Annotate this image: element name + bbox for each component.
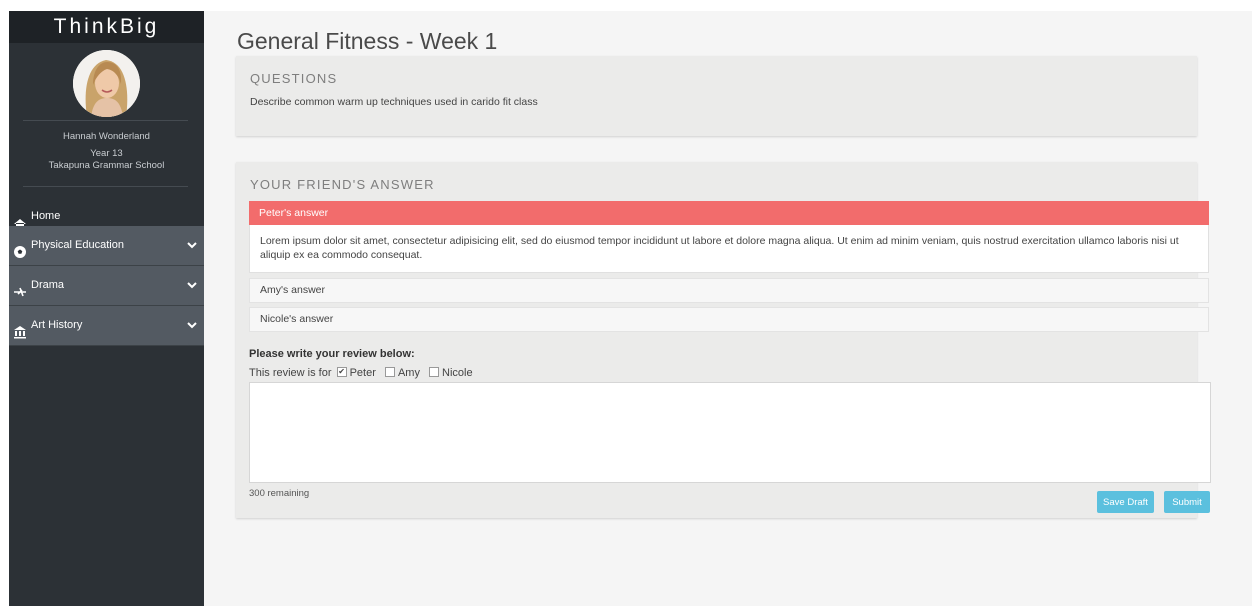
review-textarea[interactable] bbox=[249, 382, 1211, 483]
recipient-peter: Peter bbox=[349, 367, 376, 379]
answer-panel-nicole: Nicole's answer bbox=[249, 307, 1209, 332]
sidebar-divider bbox=[23, 186, 188, 187]
museum-icon bbox=[13, 317, 27, 339]
save-draft-button[interactable]: Save Draft bbox=[1097, 491, 1154, 513]
answer-header-peter[interactable]: Peter's answer bbox=[249, 201, 1209, 225]
review-for-label: This review is for bbox=[249, 367, 332, 379]
sidebar-item-label: Drama bbox=[31, 279, 65, 291]
sidebar-divider bbox=[23, 120, 188, 121]
answers-heading: YOUR FRIEND'S ANSWER bbox=[250, 177, 435, 192]
sidebar-item-label: Home bbox=[31, 210, 61, 222]
submit-button[interactable]: Submit bbox=[1164, 491, 1210, 513]
user-school: Takapuna Grammar School bbox=[48, 160, 165, 171]
checkbox-nicole[interactable] bbox=[429, 367, 440, 378]
user-name: Hannah Wonderland bbox=[63, 131, 150, 142]
checkbox-peter[interactable]: ✔ bbox=[336, 367, 347, 378]
answer-header-nicole[interactable]: Nicole's answer bbox=[249, 307, 1209, 332]
review-label: Please write your review below: bbox=[249, 348, 415, 360]
answer-header-amy[interactable]: Amy's answer bbox=[249, 278, 1209, 303]
home-icon bbox=[13, 208, 27, 230]
soccer-ball-icon bbox=[13, 237, 27, 259]
sidebar-item-physical-education[interactable]: Physical Education bbox=[9, 226, 204, 266]
answer-panel-peter: Peter's answer Lorem ipsum dolor sit ame… bbox=[249, 201, 1209, 273]
question-text: Describe common warm up techniques used … bbox=[250, 96, 538, 108]
brand-logo: ThinkBig bbox=[9, 11, 204, 43]
answer-panel-amy: Amy's answer bbox=[249, 278, 1209, 303]
sidebar-item-label: Physical Education bbox=[31, 239, 124, 251]
sidebar-item-label: Art History bbox=[31, 319, 83, 331]
checkbox-amy[interactable] bbox=[384, 367, 395, 378]
sidebar-item-art-history[interactable]: Art History bbox=[9, 306, 204, 346]
questions-card: QUESTIONS Describe common warm up techni… bbox=[236, 56, 1197, 136]
recipient-nicole: Nicole bbox=[442, 367, 473, 379]
answers-card: YOUR FRIEND'S ANSWER Peter's answer Lore… bbox=[236, 162, 1211, 518]
chevron-down-icon bbox=[186, 306, 198, 362]
recipient-amy: Amy bbox=[397, 367, 420, 379]
questions-heading: QUESTIONS bbox=[250, 71, 338, 86]
main-content: General Fitness - Week 1 QUESTIONS Descr… bbox=[204, 11, 1252, 606]
sidebar: ThinkBig Hannah Wonderland Year 13 Takap… bbox=[9, 11, 204, 606]
drama-icon bbox=[13, 277, 27, 297]
answer-body-peter: Lorem ipsum dolor sit amet, consectetur … bbox=[249, 225, 1209, 273]
remaining-count: 300 remaining bbox=[249, 488, 310, 499]
user-year: Year 13 bbox=[90, 148, 123, 159]
review-recipients: This review is for ✔ Peter Amy Nicole bbox=[249, 367, 473, 379]
page-title: General Fitness - Week 1 bbox=[237, 28, 498, 54]
avatar bbox=[73, 50, 140, 117]
sidebar-item-drama[interactable]: Drama bbox=[9, 266, 204, 306]
